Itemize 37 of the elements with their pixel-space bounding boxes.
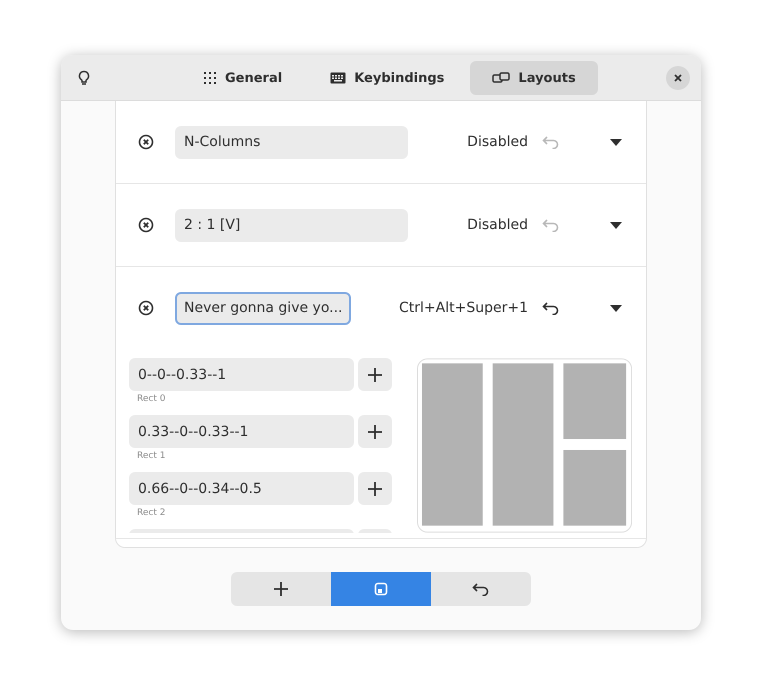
layout-name-field[interactable]: N-Columns — [175, 126, 408, 158]
layout-name-field[interactable]: 2 : 1 [V] — [175, 208, 408, 242]
add-button[interactable] — [358, 472, 392, 505]
plus-icon — [368, 424, 382, 438]
rect-field[interactable]: 0--0--0.33--1 — [129, 358, 354, 391]
plus-icon — [368, 368, 382, 382]
shortcut-label: Ctrl+Alt+Super+1 — [399, 300, 528, 316]
save-icon — [374, 582, 388, 596]
tab[interactable]: Layouts — [470, 61, 598, 95]
plus-icon — [274, 582, 288, 596]
lightbulb-icon[interactable] — [76, 70, 92, 86]
rect-label: Rect 0 — [137, 394, 166, 405]
close-button[interactable] — [666, 66, 690, 90]
rect-label: Rect 1 — [137, 451, 166, 462]
undo-icon — [472, 582, 490, 596]
layout-name-field[interactable]: Never gonna give yo... — [175, 292, 351, 324]
tab[interactable]: Keybindings — [308, 61, 466, 95]
rect-label: Rect 2 — [137, 508, 166, 519]
rect-field[interactable]: 0.66--0--0.34--0.5 — [129, 472, 354, 505]
plus-icon — [368, 482, 382, 496]
tab[interactable]: General — [181, 61, 304, 95]
dropdown-arrow-icon[interactable] — [610, 138, 622, 146]
shortcut-label: Disabled — [467, 134, 528, 150]
windows-icon — [492, 71, 510, 85]
undo-icon[interactable] — [542, 301, 560, 315]
remove-icon[interactable] — [138, 217, 154, 233]
grid-icon — [203, 71, 217, 85]
dropdown-arrow-icon[interactable] — [610, 222, 622, 228]
remove-icon[interactable] — [138, 300, 154, 316]
shortcut-label: Disabled — [467, 217, 528, 233]
dropdown-arrow-icon[interactable] — [610, 304, 622, 312]
close-icon — [673, 72, 683, 82]
add-button[interactable] — [358, 415, 392, 448]
add-button[interactable] — [358, 358, 392, 391]
rect-field[interactable]: 0.33--0--0.33--1 — [129, 415, 354, 448]
keyboard-icon — [330, 71, 346, 85]
remove-icon[interactable] — [138, 134, 154, 150]
